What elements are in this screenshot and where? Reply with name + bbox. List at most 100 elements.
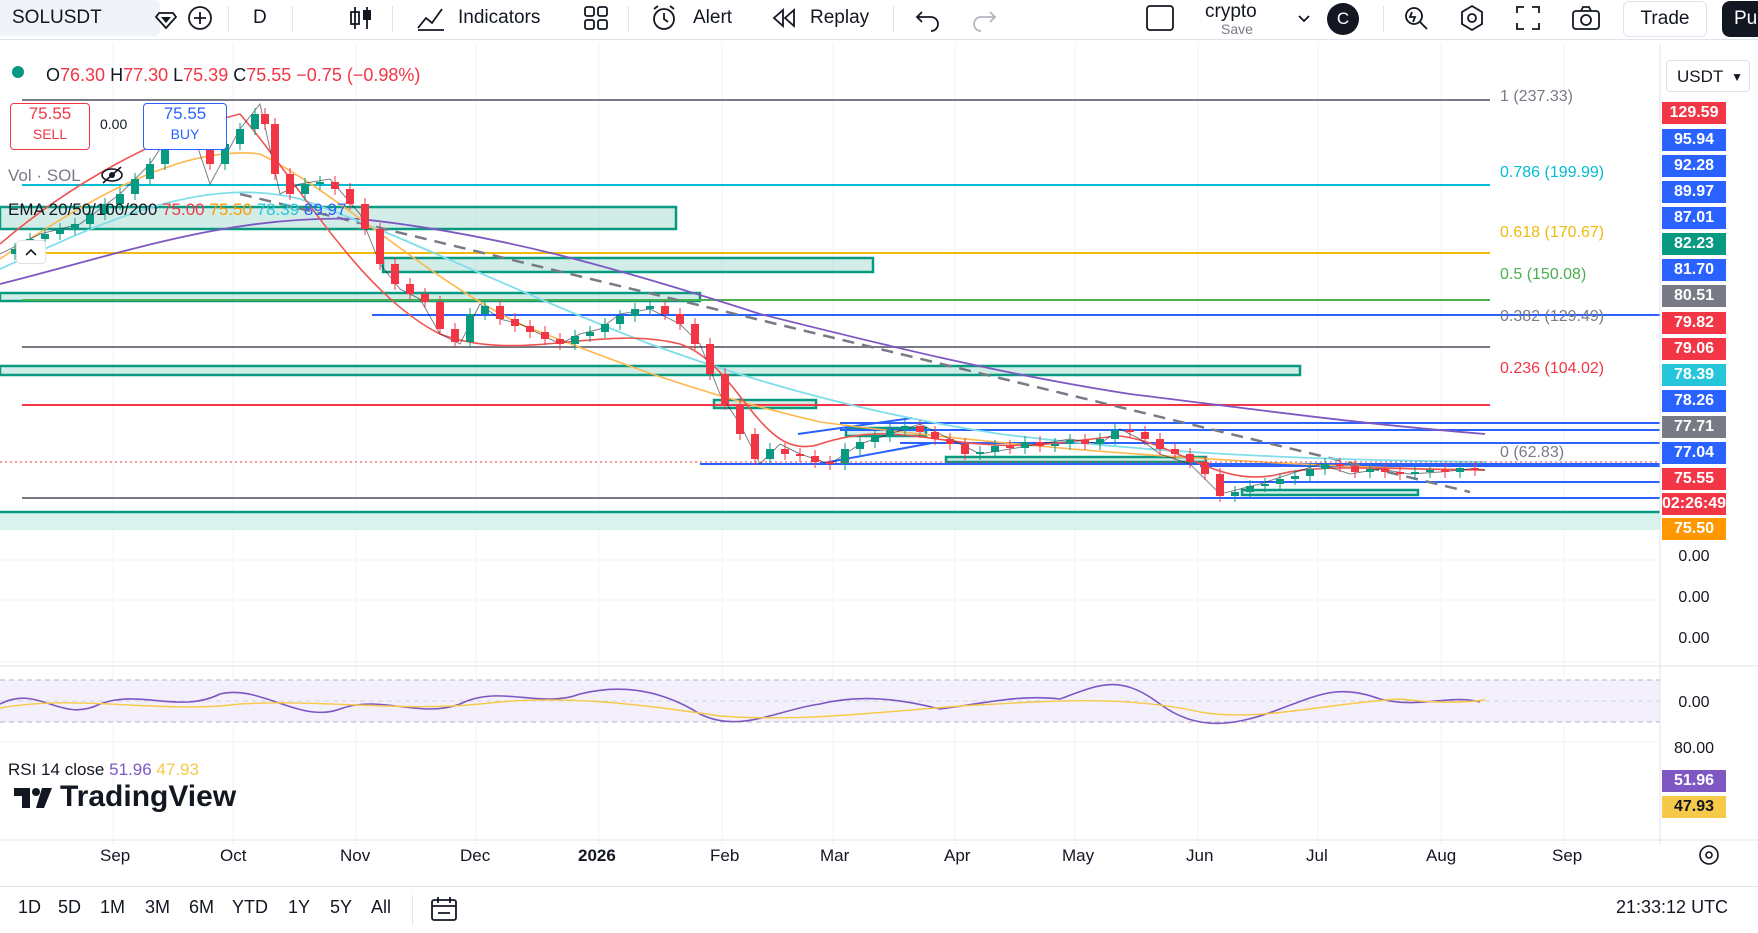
candle-body	[811, 456, 819, 462]
candle-body	[271, 124, 279, 174]
candle-body	[871, 436, 879, 442]
trade-button[interactable]: Trade	[1623, 1, 1707, 37]
price-label[interactable]: 81.70	[1662, 259, 1726, 281]
candle-body	[1201, 462, 1209, 474]
candles-icon[interactable]	[345, 4, 377, 32]
candle-body	[331, 182, 339, 189]
range-button-6m[interactable]: 6M	[189, 897, 214, 918]
zone-rect	[381, 256, 875, 274]
camera-icon[interactable]	[1570, 4, 1602, 32]
time-axis-label: Mar	[820, 846, 850, 865]
candle-body	[571, 336, 579, 344]
price-label[interactable]: 129.59	[1662, 102, 1726, 124]
price-label[interactable]: 82.23	[1662, 233, 1726, 255]
indicators-icon[interactable]	[415, 4, 447, 32]
candle-body	[796, 454, 804, 456]
time-axis-label: Sep	[100, 846, 131, 865]
range-button-1d[interactable]: 1D	[18, 897, 41, 918]
avatar[interactable]: C	[1327, 3, 1359, 35]
candle-body	[766, 449, 774, 459]
range-button-ytd[interactable]: YTD	[232, 897, 268, 918]
symbol-search-button[interactable]: SOLUSDT	[0, 0, 160, 36]
price-label[interactable]: 95.94	[1662, 129, 1726, 151]
candle-body	[976, 452, 984, 454]
open-value: 76.30	[60, 65, 106, 85]
candle-body	[41, 234, 49, 239]
fullscreen-icon[interactable]	[1512, 4, 1544, 32]
price-label[interactable]: 79.06	[1662, 338, 1726, 360]
candle-body	[481, 306, 489, 314]
replay-icon[interactable]	[768, 4, 800, 32]
compare-add-icon[interactable]	[184, 4, 216, 32]
fib-level-label: 0.786 (199.99)	[1500, 164, 1605, 181]
publish-button[interactable]: Pu	[1722, 1, 1758, 37]
rsi-legend[interactable]: RSI 14 close 51.96 47.93	[8, 760, 199, 780]
currency-dropdown[interactable]: USDT ▼	[1666, 60, 1750, 92]
price-label[interactable]: 79.82	[1662, 312, 1726, 334]
range-button-5y[interactable]: 5Y	[330, 897, 352, 918]
time-axis-label: Dec	[460, 846, 491, 865]
candle-body	[706, 344, 714, 374]
candle-body	[586, 332, 594, 336]
range-button-1y[interactable]: 1Y	[288, 897, 310, 918]
time-axis-label: Oct	[220, 846, 247, 865]
candle-body	[1366, 469, 1374, 472]
alert-clock-icon[interactable]	[648, 4, 680, 32]
candle-body	[1171, 449, 1179, 454]
sell-button[interactable]: 75.55 SELL	[10, 103, 90, 150]
zone-rect	[944, 455, 1208, 464]
price-label[interactable]: 02:26:49	[1662, 493, 1726, 515]
price-label[interactable]: 75.50	[1662, 518, 1726, 540]
eye-hidden-icon[interactable]	[100, 164, 124, 186]
price-label[interactable]: 89.97	[1662, 181, 1726, 203]
volume-legend[interactable]: Vol · SOL	[8, 166, 81, 186]
price-label[interactable]: 77.04	[1662, 442, 1726, 464]
rsi-axis-label[interactable]: 47.93	[1662, 796, 1726, 818]
price-label[interactable]: 75.55	[1662, 468, 1726, 490]
candle-body	[1231, 492, 1239, 496]
collapse-legend-button[interactable]	[16, 240, 46, 264]
calendar-range-icon[interactable]	[428, 893, 460, 925]
undo-icon[interactable]	[912, 4, 944, 32]
time-axis-label: Jun	[1186, 846, 1214, 865]
candle-body	[511, 319, 519, 326]
candle-body	[1021, 442, 1029, 448]
fib-level-label: 0.618 (170.67)	[1500, 224, 1605, 241]
price-label[interactable]: 92.28	[1662, 155, 1726, 177]
low-value: 75.39	[183, 65, 229, 85]
range-button-3m[interactable]: 3M	[145, 897, 170, 918]
diamond-icon[interactable]	[150, 4, 182, 32]
candle-body	[71, 224, 79, 229]
replay-button[interactable]: Replay	[810, 0, 869, 36]
layout-save-label[interactable]: Save	[1221, 21, 1253, 37]
range-button-all[interactable]: All	[371, 897, 391, 918]
price-label[interactable]: 77.71	[1662, 416, 1726, 438]
alert-button[interactable]: Alert	[693, 0, 732, 36]
price-label[interactable]: 78.26	[1662, 390, 1726, 412]
price-chart[interactable]	[0, 44, 1758, 844]
chevron-down-icon[interactable]	[1288, 4, 1320, 32]
buy-button[interactable]: 75.55 BUY	[143, 103, 227, 150]
quick-search-icon[interactable]	[1400, 4, 1432, 32]
candle-body	[1276, 479, 1284, 484]
price-label[interactable]: 80.51	[1662, 285, 1726, 307]
ema-legend[interactable]: EMA 20/50/100/200 75.00 75.50 78.39 89.9…	[8, 200, 346, 220]
candle-body	[1066, 440, 1074, 444]
candle-body	[466, 314, 474, 342]
timezone-settings-icon[interactable]	[1696, 842, 1722, 868]
interval-button[interactable]: D	[253, 0, 267, 36]
candle-body	[1186, 454, 1194, 462]
price-label[interactable]: 78.39	[1662, 364, 1726, 386]
indicators-button[interactable]: Indicators	[458, 0, 540, 36]
price-label[interactable]: 87.01	[1662, 207, 1726, 229]
templates-icon[interactable]	[580, 4, 612, 32]
range-button-1m[interactable]: 1M	[100, 897, 125, 918]
settings-gear-icon[interactable]	[1456, 4, 1488, 32]
layout-square-icon[interactable]	[1144, 4, 1176, 32]
candle-body	[931, 432, 939, 439]
rsi-axis-label[interactable]: 51.96	[1662, 770, 1726, 792]
clock[interactable]: 21:33:12 UTC	[1616, 897, 1728, 918]
candle-body	[236, 129, 244, 144]
redo-icon[interactable]	[968, 4, 1000, 32]
range-button-5d[interactable]: 5D	[58, 897, 81, 918]
